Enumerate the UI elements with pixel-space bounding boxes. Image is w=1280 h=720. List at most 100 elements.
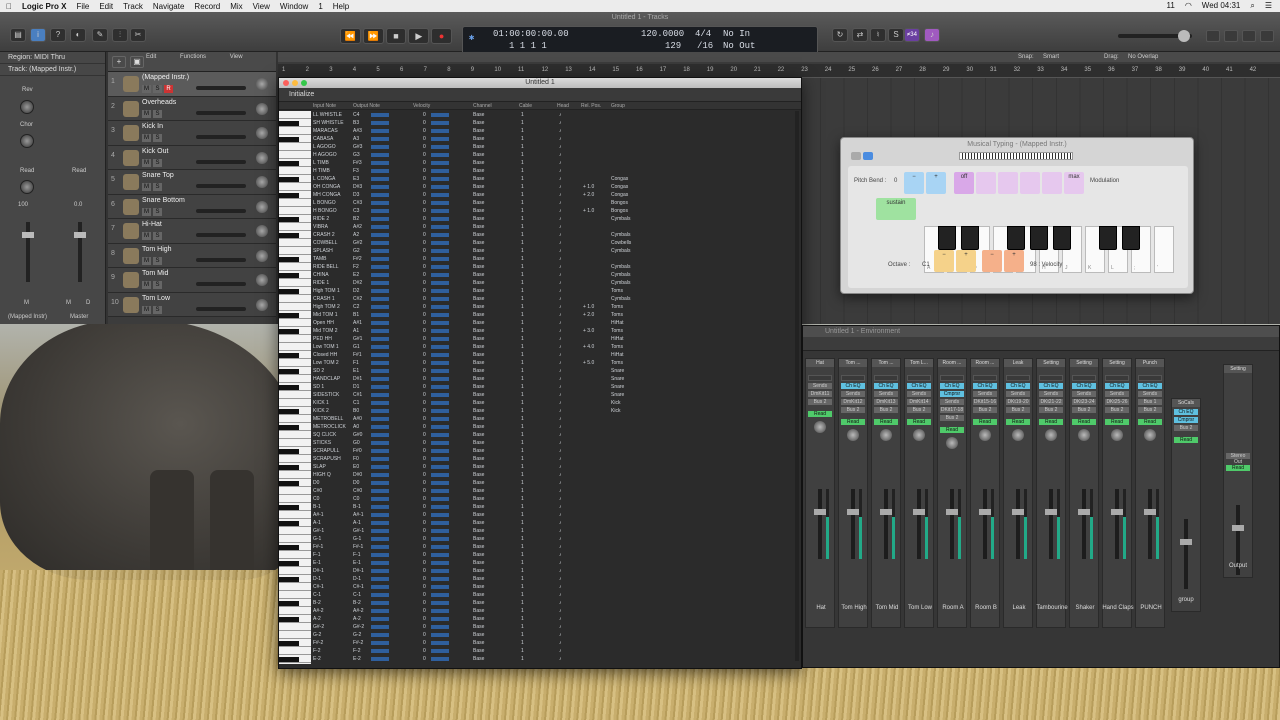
head-icon[interactable]: ♪	[559, 543, 562, 551]
replace-button[interactable]: ⇄	[852, 28, 868, 42]
output-note[interactable]: D1	[353, 383, 359, 391]
mapping-row[interactable]: High TOM 1 D2 0 Base 1 ♪ Toms	[313, 287, 783, 295]
head-icon[interactable]: ♪	[559, 271, 562, 279]
octave-down-key[interactable]: −	[934, 250, 954, 272]
output-strip[interactable]: Setting Stereo Out Read Output	[1223, 364, 1253, 578]
velocity-value[interactable]: 0	[423, 511, 426, 519]
track-instrument-icon[interactable]	[123, 174, 139, 190]
strip-read[interactable]: Read	[1006, 419, 1030, 425]
keyboard-range-bar[interactable]	[959, 152, 1073, 160]
strip-sends[interactable]: Sends	[841, 391, 865, 397]
velocity-value[interactable]: 0	[423, 463, 426, 471]
velocity-value[interactable]: 0	[423, 423, 426, 431]
strip-fader[interactable]	[979, 489, 991, 559]
cable-value[interactable]: 1	[521, 319, 524, 327]
solo-button[interactable]: S	[153, 207, 162, 216]
strip-fader[interactable]	[814, 489, 826, 559]
mapping-row[interactable]: G#-2 G#-2 0 Base 1 ♪	[313, 623, 783, 631]
velocity-value[interactable]: 0	[423, 567, 426, 575]
cable-value[interactable]: 1	[521, 263, 524, 271]
output-note[interactable]: E-2	[353, 655, 361, 663]
velocity-value[interactable]: 0	[423, 647, 426, 655]
output-note[interactable]: A-2	[353, 615, 361, 623]
velocity-value[interactable]: 0	[423, 527, 426, 535]
velocity-value[interactable]: 0	[423, 207, 426, 215]
strip-insert-eq[interactable]: Ch EQ	[874, 383, 898, 389]
mute-button[interactable]: M	[142, 256, 151, 265]
read-label-1[interactable]: Read	[20, 168, 34, 174]
output-note[interactable]: C0	[353, 495, 359, 503]
channel-value[interactable]: Base	[473, 615, 484, 623]
velocity-value[interactable]: 0	[423, 247, 426, 255]
mapping-row[interactable]: RIDE 1 D#2 0 Base 1 ♪ Cymbals	[313, 279, 783, 287]
head-icon[interactable]: ♪	[559, 119, 562, 127]
rel-pos-value[interactable]: + 2.0	[583, 311, 594, 319]
velocity-value[interactable]: 0	[423, 487, 426, 495]
velocity-value[interactable]: 0	[423, 223, 426, 231]
mod-off-key[interactable]: off	[954, 172, 974, 194]
head-icon[interactable]: ♪	[559, 135, 562, 143]
spotlight-icon[interactable]: ⌕	[1250, 1, 1254, 11]
piano-black-key[interactable]	[279, 544, 299, 550]
mute-button[interactable]: M	[142, 281, 151, 289]
velocity-value[interactable]: 0	[423, 183, 426, 191]
mapping-row[interactable]: B-2 B-2 0 Base 1 ♪	[313, 599, 783, 607]
piano-black-key[interactable]	[279, 328, 299, 334]
mute-button-1[interactable]: M	[24, 300, 29, 306]
head-icon[interactable]: ♪	[559, 479, 562, 487]
mapping-row[interactable]: H BONGO C3 0 Base 1 ♪ + 1.0 Bongos	[313, 207, 783, 215]
inspector-region[interactable]: Region: MIDI Thru	[0, 52, 105, 64]
input-note[interactable]: High TOM 2	[313, 303, 340, 311]
rel-pos-value[interactable]: + 1.0	[583, 207, 594, 215]
strip-sends[interactable]: Sends	[808, 383, 832, 389]
tuner-button[interactable]: ♮	[870, 28, 886, 42]
head-icon[interactable]: ♪	[559, 183, 562, 191]
velocity-value[interactable]: 0	[423, 615, 426, 623]
velocity-value[interactable]: 0	[423, 383, 426, 391]
menu-record[interactable]: Record	[194, 2, 220, 11]
cable-value[interactable]: 1	[521, 519, 524, 527]
input-note[interactable]: B-2	[313, 599, 321, 607]
group-value[interactable]: Cymbals	[611, 295, 630, 303]
head-icon[interactable]: ♪	[559, 399, 562, 407]
record-enable-button[interactable]: R	[164, 85, 173, 93]
track-pan-knob[interactable]	[256, 274, 268, 286]
cable-value[interactable]: 1	[521, 607, 524, 615]
mapping-row[interactable]: E-1 E-1 0 Base 1 ♪	[313, 559, 783, 567]
cable-value[interactable]: 1	[521, 575, 524, 583]
input-note[interactable]: L CONGA	[313, 175, 335, 183]
mapping-row[interactable]: MH CONGA D3 0 Base 1 ♪ + 2.0 Congas	[313, 191, 783, 199]
strip-io[interactable]: DKt19-20	[1006, 399, 1030, 405]
mute-button[interactable]: M	[142, 158, 151, 167]
column-header[interactable]: Head	[557, 103, 569, 109]
channel-value[interactable]: Base	[473, 111, 484, 119]
input-note[interactable]: G#-1	[313, 527, 324, 535]
strip-read[interactable]: Read	[808, 411, 832, 417]
cable-value[interactable]: 1	[521, 271, 524, 279]
output-note[interactable]: G#1	[353, 335, 362, 343]
channel-value[interactable]: Base	[473, 175, 484, 183]
channel-value[interactable]: Base	[473, 447, 484, 455]
channel-value[interactable]: Base	[473, 383, 484, 391]
piano-black-key[interactable]	[279, 384, 299, 390]
input-note[interactable]: L TIMB	[313, 159, 329, 167]
head-icon[interactable]: ♪	[559, 591, 562, 599]
velocity-value[interactable]: 0	[423, 351, 426, 359]
piano-black-key[interactable]	[279, 120, 299, 126]
strip-sends[interactable]: Sends	[1105, 391, 1129, 397]
mapping-row[interactable]: TAMB F#2 0 Base 1 ♪	[313, 255, 783, 263]
channel-value[interactable]: Base	[473, 167, 484, 175]
velocity-value[interactable]: 0	[423, 199, 426, 207]
cable-value[interactable]: 1	[521, 567, 524, 575]
group-value[interactable]: Toms	[611, 303, 623, 311]
strip-fader[interactable]	[1045, 489, 1057, 559]
cable-value[interactable]: 1	[521, 303, 524, 311]
mapping-row[interactable]: L BONGO C#3 0 Base 1 ♪ Bongos	[313, 199, 783, 207]
strip-insert-eq[interactable]: Ch EQ	[1072, 383, 1096, 389]
column-header[interactable]: Channel	[473, 103, 492, 109]
strip-sends[interactable]: Sends	[874, 391, 898, 397]
app-menu[interactable]: Logic Pro X	[22, 2, 66, 11]
group-fader[interactable]	[1180, 519, 1192, 589]
mapping-row[interactable]: HANDCLAP D#1 0 Base 1 ♪ Snare	[313, 375, 783, 383]
channel-value[interactable]: Base	[473, 263, 484, 271]
